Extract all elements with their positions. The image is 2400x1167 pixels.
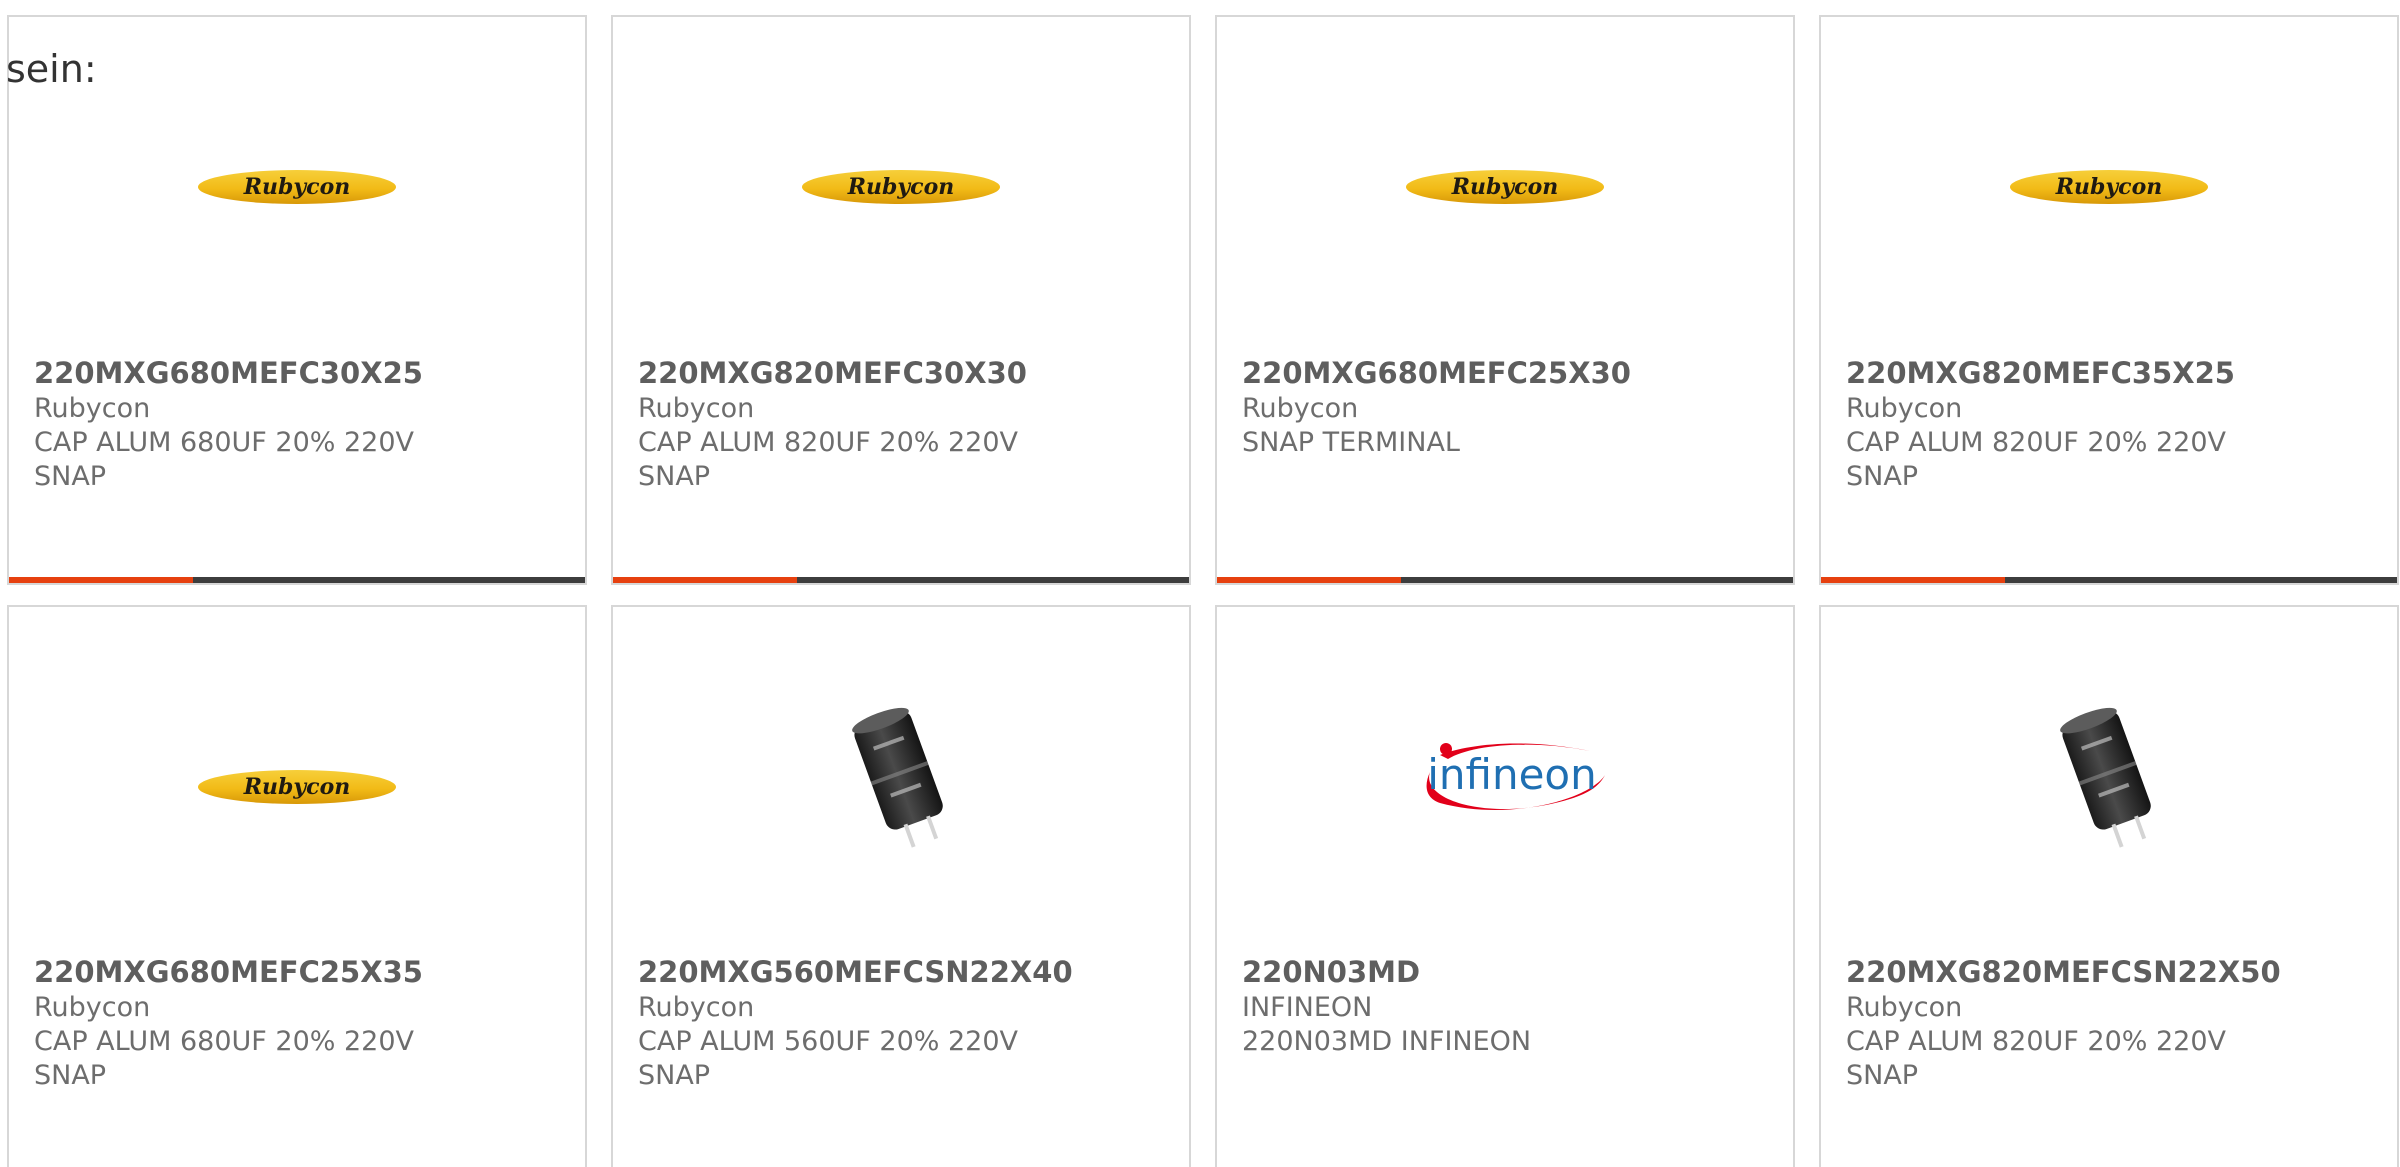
- svg-text:Rubycon: Rubycon: [1451, 174, 1559, 200]
- progress-fill: [613, 577, 797, 583]
- product-image-area: Rubycon: [1821, 17, 2397, 342]
- product-image-area: [613, 607, 1189, 932]
- part-number-link[interactable]: 220MXG560MEFCSN22X40: [638, 955, 1158, 989]
- progress-fill: [1217, 577, 1401, 583]
- product-info: 220MXG560MEFCSN22X40 Rubycon CAP ALUM 56…: [638, 955, 1158, 1093]
- svg-text:Rubycon: Rubycon: [243, 174, 351, 200]
- description-line-2: SNAP: [34, 461, 107, 492]
- svg-text:Rubycon: Rubycon: [243, 774, 351, 800]
- description-line-2: SNAP: [1846, 461, 1919, 492]
- svg-text:Rubycon: Rubycon: [847, 174, 955, 200]
- part-number-link[interactable]: 220MXG820MEFC30X30: [638, 356, 1158, 390]
- rubycon-logo-icon: Rubycon: [198, 170, 396, 204]
- product-grid: Rubycon 220MXG680MEFC30X25 Rubycon CAP A…: [7, 15, 2400, 1167]
- progress-fill: [1821, 577, 2005, 583]
- capacitor-image-icon: [852, 707, 943, 848]
- product-card[interactable]: Rubycon 220MXG680MEFC25X30 Rubycon SNAP …: [1215, 15, 1795, 585]
- product-card[interactable]: Rubycon 220MXG680MEFC25X35 Rubycon CAP A…: [7, 605, 587, 1167]
- manufacturer: Rubycon: [1846, 393, 1963, 424]
- rubycon-logo-icon: Rubycon: [2010, 170, 2208, 204]
- product-image-area: Rubycon: [1217, 17, 1793, 342]
- part-number-link[interactable]: 220MXG680MEFC25X30: [1242, 356, 1762, 390]
- progress-bar: [1821, 577, 2397, 583]
- svg-text:infineon: infineon: [1427, 750, 1597, 799]
- product-image-area: Rubycon: [613, 17, 1189, 342]
- description-line-2: SNAP: [638, 461, 711, 492]
- product-info: 220MXG820MEFCSN22X50 Rubycon CAP ALUM 82…: [1846, 955, 2366, 1093]
- progress-bar: [1217, 577, 1793, 583]
- intro-text: sein:: [6, 47, 97, 91]
- product-grid-page: sein: Rubycon 220MXG680MEFC30X25 Rubycon…: [0, 0, 2400, 1167]
- progress-bar: [613, 577, 1189, 583]
- manufacturer: INFINEON: [1242, 992, 1373, 1023]
- rubycon-logo-icon: Rubycon: [198, 770, 396, 804]
- part-number-link[interactable]: 220MXG680MEFC30X25: [34, 356, 554, 390]
- manufacturer: Rubycon: [638, 992, 755, 1023]
- product-info: 220N03MD INFINEON 220N03MD INFINEON: [1242, 955, 1762, 1059]
- product-card[interactable]: 220MXG820MEFCSN22X50 Rubycon CAP ALUM 82…: [1819, 605, 2399, 1167]
- product-info: 220MXG680MEFC25X30 Rubycon SNAP TERMINAL: [1242, 356, 1762, 460]
- part-number-link[interactable]: 220N03MD: [1242, 955, 1762, 989]
- infineon-logo-icon: infineon: [1426, 743, 1605, 811]
- product-card[interactable]: Rubycon 220MXG820MEFC30X30 Rubycon CAP A…: [611, 15, 1191, 585]
- part-number-link[interactable]: 220MXG680MEFC25X35: [34, 955, 554, 989]
- description-line-1: CAP ALUM 680UF 20% 220V: [34, 1026, 415, 1057]
- description-line-1: SNAP TERMINAL: [1242, 427, 1460, 458]
- manufacturer: Rubycon: [1846, 992, 1963, 1023]
- description-line-2: SNAP: [638, 1060, 711, 1091]
- part-number-link[interactable]: 220MXG820MEFC35X25: [1846, 356, 2366, 390]
- description-line-1: CAP ALUM 820UF 20% 220V: [1846, 427, 2227, 458]
- product-image-area: infineon: [1217, 607, 1793, 932]
- description-line-2: SNAP: [34, 1060, 107, 1091]
- part-number-link[interactable]: 220MXG820MEFCSN22X50: [1846, 955, 2366, 989]
- product-card[interactable]: Rubycon 220MXG680MEFC30X25 Rubycon CAP A…: [7, 15, 587, 585]
- rubycon-logo-icon: Rubycon: [802, 170, 1000, 204]
- rubycon-logo-icon: Rubycon: [1406, 170, 1604, 204]
- product-card[interactable]: Rubycon 220MXG820MEFC35X25 Rubycon CAP A…: [1819, 15, 2399, 585]
- product-card[interactable]: infineon 220N03MD INFINEON 220N03MD INFI…: [1215, 605, 1795, 1167]
- product-image-area: [1821, 607, 2397, 932]
- product-info: 220MXG820MEFC30X30 Rubycon CAP ALUM 820U…: [638, 356, 1158, 494]
- manufacturer: Rubycon: [34, 393, 151, 424]
- product-info: 220MXG680MEFC30X25 Rubycon CAP ALUM 680U…: [34, 356, 554, 494]
- description-line-1: CAP ALUM 820UF 20% 220V: [638, 427, 1019, 458]
- capacitor-image-icon: [2060, 707, 2151, 848]
- progress-fill: [9, 577, 193, 583]
- manufacturer: Rubycon: [638, 393, 755, 424]
- product-info: 220MXG680MEFC25X35 Rubycon CAP ALUM 680U…: [34, 955, 554, 1093]
- manufacturer: Rubycon: [1242, 393, 1359, 424]
- description-line-1: CAP ALUM 560UF 20% 220V: [638, 1026, 1019, 1057]
- description-line-1: CAP ALUM 680UF 20% 220V: [34, 427, 415, 458]
- description-line-1: 220N03MD INFINEON: [1242, 1026, 1532, 1057]
- svg-text:Rubycon: Rubycon: [2055, 174, 2163, 200]
- description-line-2: SNAP: [1846, 1060, 1919, 1091]
- product-info: 220MXG820MEFC35X25 Rubycon CAP ALUM 820U…: [1846, 356, 2366, 494]
- description-line-1: CAP ALUM 820UF 20% 220V: [1846, 1026, 2227, 1057]
- progress-bar: [9, 577, 585, 583]
- manufacturer: Rubycon: [34, 992, 151, 1023]
- product-image-area: Rubycon: [9, 607, 585, 932]
- product-card[interactable]: 220MXG560MEFCSN22X40 Rubycon CAP ALUM 56…: [611, 605, 1191, 1167]
